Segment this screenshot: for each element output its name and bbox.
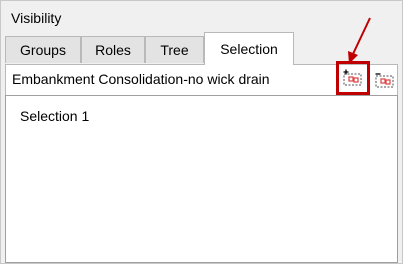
tab-groups[interactable]: Groups bbox=[5, 36, 81, 63]
panel-title: Visibility bbox=[11, 10, 62, 26]
remove-selection-icon bbox=[375, 73, 394, 88]
list-item[interactable]: Selection 1 bbox=[20, 108, 89, 124]
add-selection-icon bbox=[343, 69, 362, 86]
tab-roles[interactable]: Roles bbox=[81, 36, 145, 63]
remove-selection-button[interactable] bbox=[372, 68, 398, 92]
tab-tree[interactable]: Tree bbox=[145, 36, 204, 63]
selection-header: Embankment Consolidation-no wick drain bbox=[5, 61, 398, 95]
model-name: Embankment Consolidation-no wick drain bbox=[12, 71, 270, 87]
annotation-arrow-icon bbox=[348, 17, 371, 64]
selection-list[interactable]: Selection 1 bbox=[5, 95, 398, 263]
tab-selection[interactable]: Selection bbox=[204, 32, 294, 65]
